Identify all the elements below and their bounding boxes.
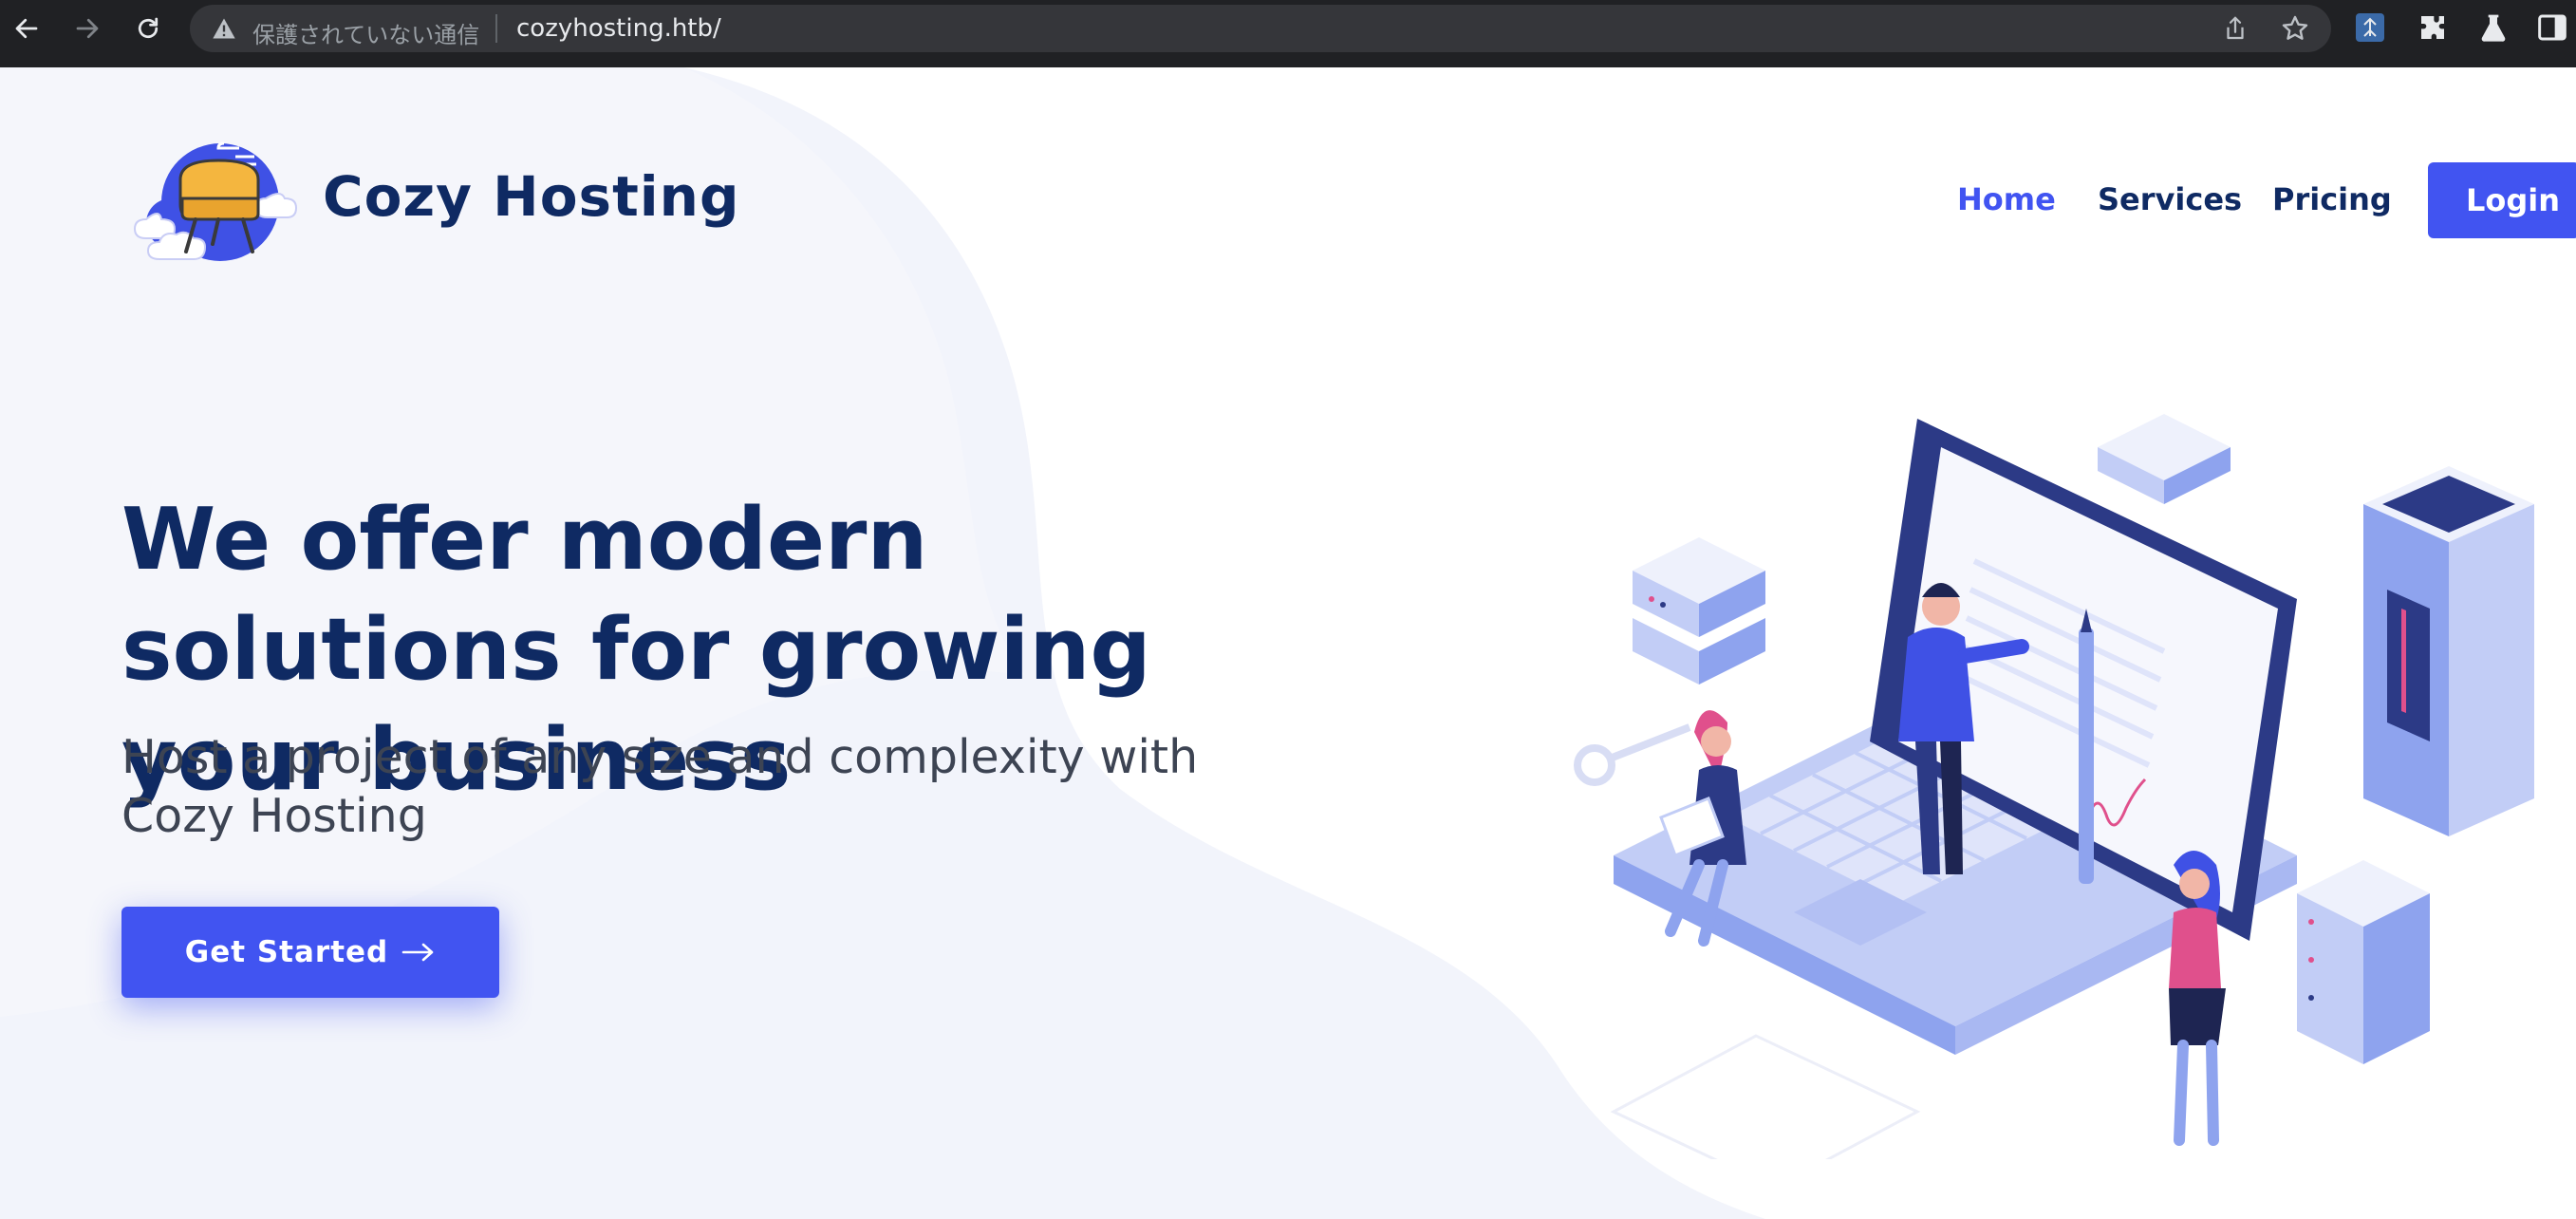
login-button[interactable]: Login [2428, 162, 2576, 238]
browser-toolbar: 保護されていない通信 cozyhosting.htb/ [0, 0, 2576, 67]
flask-icon[interactable] [2477, 11, 2510, 44]
logo-icon[interactable] [133, 128, 304, 271]
warning-icon[interactable] [211, 15, 237, 42]
arrow-right-icon [401, 943, 434, 962]
nav-pricing[interactable]: Pricing [2272, 181, 2392, 217]
back-arrow-icon[interactable] [4, 6, 49, 51]
security-status[interactable]: 保護されていない通信 [252, 16, 479, 49]
url-text[interactable]: cozyhosting.htb/ [516, 14, 721, 43]
hero-subtitle: Host a project of any size and complexit… [121, 730, 1199, 843]
get-started-label: Get Started [184, 935, 389, 969]
sidebar-icon[interactable] [2536, 11, 2568, 44]
address-divider [495, 14, 497, 43]
reload-icon[interactable] [125, 6, 171, 51]
puzzle-icon[interactable] [2417, 11, 2449, 44]
share-icon[interactable] [2221, 14, 2249, 43]
page-viewport: Cozy Hosting Home Services Pricing Login… [0, 67, 2576, 1219]
forward-arrow-icon[interactable] [65, 6, 110, 51]
brand-name[interactable]: Cozy Hosting [323, 164, 740, 229]
nav-services[interactable]: Services [2098, 181, 2242, 217]
hero-illustration [1574, 414, 2534, 1159]
star-icon[interactable] [2280, 13, 2310, 44]
address-bar[interactable]: 保護されていない通信 cozyhosting.htb/ [190, 5, 2331, 52]
extension-profile-icon[interactable] [2354, 11, 2386, 44]
nav-home[interactable]: Home [1957, 181, 2056, 217]
get-started-button[interactable]: Get Started [121, 907, 499, 998]
